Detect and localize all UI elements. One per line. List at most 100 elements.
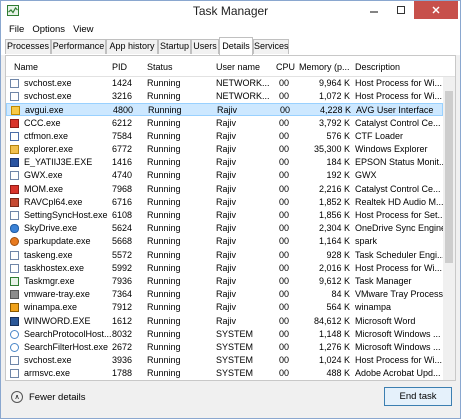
process-user-name: Rajiv <box>216 170 237 181</box>
table-row[interactable]: SettingSyncHost.exe 6108 Running Rajiv 00 1,8… <box>6 209 443 222</box>
process-status: Running <box>147 117 181 128</box>
process-user-name: Rajiv <box>216 144 237 154</box>
table-row[interactable]: svchost.exe 3936 Running SYSTEM 00 1,024 K Hos… <box>6 354 443 367</box>
process-pid: 4740 <box>112 170 133 181</box>
column-header-cpu[interactable]: CPU <box>276 62 295 72</box>
process-description: winampa <box>355 302 392 313</box>
process-memory: 2,216 K <box>318 183 350 194</box>
process-cpu: 00 <box>279 117 290 128</box>
table-row[interactable]: SearchFilterHost.exe 2672 Running SYSTEM 00 1… <box>6 341 443 354</box>
column-header-description[interactable]: Description <box>355 62 400 72</box>
process-pid: 1424 <box>112 78 133 88</box>
process-pid: 7364 <box>112 289 133 300</box>
maximize-button[interactable] <box>387 1 414 19</box>
menu-view[interactable]: View <box>73 24 93 35</box>
avg-icon <box>11 106 20 116</box>
process-cpu: 00 <box>279 328 290 339</box>
process-user-name: Rajiv <box>216 315 237 326</box>
process-user-name: Rajiv <box>216 196 237 207</box>
process-name: taskhostex.exe <box>24 262 85 273</box>
table-row[interactable]: taskhostex.exe 5992 Running Rajiv 00 2,016 K H… <box>6 262 443 275</box>
process-user-name: Rajiv <box>216 210 237 220</box>
table-row[interactable]: winampa.exe 7912 Running Rajiv 00 564 K winamp… <box>6 301 443 314</box>
tab-processes[interactable]: Processes <box>5 39 51 54</box>
table-row[interactable]: svchost.exe 1424 Running NETWORK... 00 9,964 … <box>6 77 443 90</box>
process-status: Running <box>147 130 181 141</box>
process-user-name: Rajiv <box>217 105 238 116</box>
table-row[interactable]: GWX.exe 4740 Running Rajiv 00 192 K GWX <box>6 169 443 182</box>
table-row[interactable]: WINWORD.EXE 1612 Running Rajiv 00 84,612 K Mic… <box>6 315 443 328</box>
scrollbar-thumb[interactable] <box>445 91 453 263</box>
table-row[interactable]: taskeng.exe 5572 Running Rajiv 00 928 K Task S… <box>6 249 443 262</box>
process-status: Running <box>147 91 181 102</box>
menu-options[interactable]: Options <box>32 24 65 35</box>
column-header-row: Name PID Status User name CPU Memory (p.… <box>6 56 455 77</box>
process-pid: 6212 <box>112 117 133 128</box>
table-row[interactable]: E_YATIIJ3E.EXE 1416 Running Rajiv 00 184 K EPS… <box>6 156 443 169</box>
process-name: explorer.exe <box>24 144 74 154</box>
table-row[interactable]: vmware-tray.exe 7364 Running Rajiv 00 84 K VMw… <box>6 288 443 301</box>
process-description: Microsoft Windows ... <box>355 328 441 339</box>
close-button[interactable] <box>414 1 458 19</box>
table-row[interactable]: avgui.exe 4800 Running Rajiv 00 4,228 K AVG Us… <box>6 103 443 117</box>
epson-icon <box>10 158 19 168</box>
process-memory: 35,300 K <box>313 144 350 154</box>
process-description: CTF Loader <box>355 130 404 141</box>
column-header-user-name[interactable]: User name <box>216 62 260 72</box>
process-pid: 2672 <box>112 342 133 352</box>
process-cpu: 00 <box>279 78 290 88</box>
tab-users[interactable]: Users <box>191 39 219 54</box>
process-memory: 84 K <box>331 289 350 300</box>
minimize-button[interactable] <box>360 1 387 19</box>
tab-bar: Processes Performance App history Startu… <box>1 37 460 55</box>
table-row[interactable]: armsvc.exe 1788 Running SYSTEM 00 488 K Adobe … <box>6 367 443 380</box>
process-pid: 5668 <box>112 236 133 247</box>
tab-app-history[interactable]: App history <box>106 39 158 54</box>
process-name: E_YATIIJ3E.EXE <box>24 157 93 168</box>
process-status: Running <box>147 289 181 300</box>
table-row[interactable]: CCC.exe 6212 Running Rajiv 00 3,792 K Catalyst… <box>6 117 443 130</box>
title-bar[interactable]: Task Manager <box>1 1 460 21</box>
column-header-name[interactable]: Name <box>14 62 38 72</box>
process-description: Microsoft Word <box>355 315 416 326</box>
table-row[interactable]: SkyDrive.exe 5624 Running Rajiv 00 2,304 K One… <box>6 222 443 235</box>
table-row[interactable]: explorer.exe 6772 Running Rajiv 00 35,300 K Wi… <box>6 143 443 156</box>
process-pid: 7912 <box>112 302 133 313</box>
chevron-up-icon: ∧ <box>11 391 23 403</box>
tab-details[interactable]: Details <box>219 37 253 55</box>
process-cpu: 00 <box>279 289 290 300</box>
table-row[interactable]: ctfmon.exe 7584 Running Rajiv 00 576 K CTF Loa… <box>6 130 443 143</box>
end-task-button[interactable]: End task <box>384 387 452 406</box>
table-row[interactable]: MOM.exe 7968 Running Rajiv 00 2,216 K Catalyst… <box>6 183 443 196</box>
menu-file[interactable]: File <box>9 24 24 35</box>
table-row[interactable]: Taskmgr.exe 7936 Running Rajiv 00 9,612 K Task… <box>6 275 443 288</box>
table-row[interactable]: sparkupdate.exe 5668 Running Rajiv 00 1,164 K… <box>6 235 443 248</box>
tab-startup[interactable]: Startup <box>158 39 191 54</box>
process-cpu: 00 <box>279 315 290 326</box>
process-pid: 6716 <box>112 196 133 207</box>
table-row[interactable]: svchost.exe 3216 Running NETWORK... 00 1,072 … <box>6 90 443 103</box>
process-status: Running <box>147 196 181 207</box>
tab-services[interactable]: Services <box>253 39 289 54</box>
column-header-status[interactable]: Status <box>147 62 173 72</box>
process-list-panel: Name PID Status User name CPU Memory (p.… <box>5 55 456 381</box>
table-row[interactable]: RAVCpl64.exe 6716 Running Rajiv 00 1,852 K Rea… <box>6 196 443 209</box>
fewer-details-button[interactable]: ∧ Fewer details <box>11 391 86 403</box>
process-user-name: SYSTEM <box>216 368 254 379</box>
process-description: Host Process for Wi... <box>355 91 443 102</box>
vertical-scrollbar[interactable] <box>443 77 455 380</box>
process-description: Host Process for Wi... <box>355 262 443 273</box>
process-status: Running <box>147 262 181 273</box>
process-memory: 3,792 K <box>318 117 350 128</box>
process-pid: 6108 <box>112 210 133 220</box>
tab-performance[interactable]: Performance <box>51 39 106 54</box>
process-status: Running <box>147 210 181 220</box>
process-memory: 2,304 K <box>318 223 350 234</box>
process-name: SkyDrive.exe <box>24 223 78 234</box>
process-memory: 564 K <box>326 302 350 313</box>
column-header-pid[interactable]: PID <box>112 62 127 72</box>
column-header-memory[interactable]: Memory (p... <box>299 62 350 72</box>
search-icon <box>10 329 19 339</box>
table-row[interactable]: SearchProtocolHost... 8032 Running SYSTEM 00… <box>6 328 443 341</box>
process-cpu: 00 <box>279 276 290 286</box>
